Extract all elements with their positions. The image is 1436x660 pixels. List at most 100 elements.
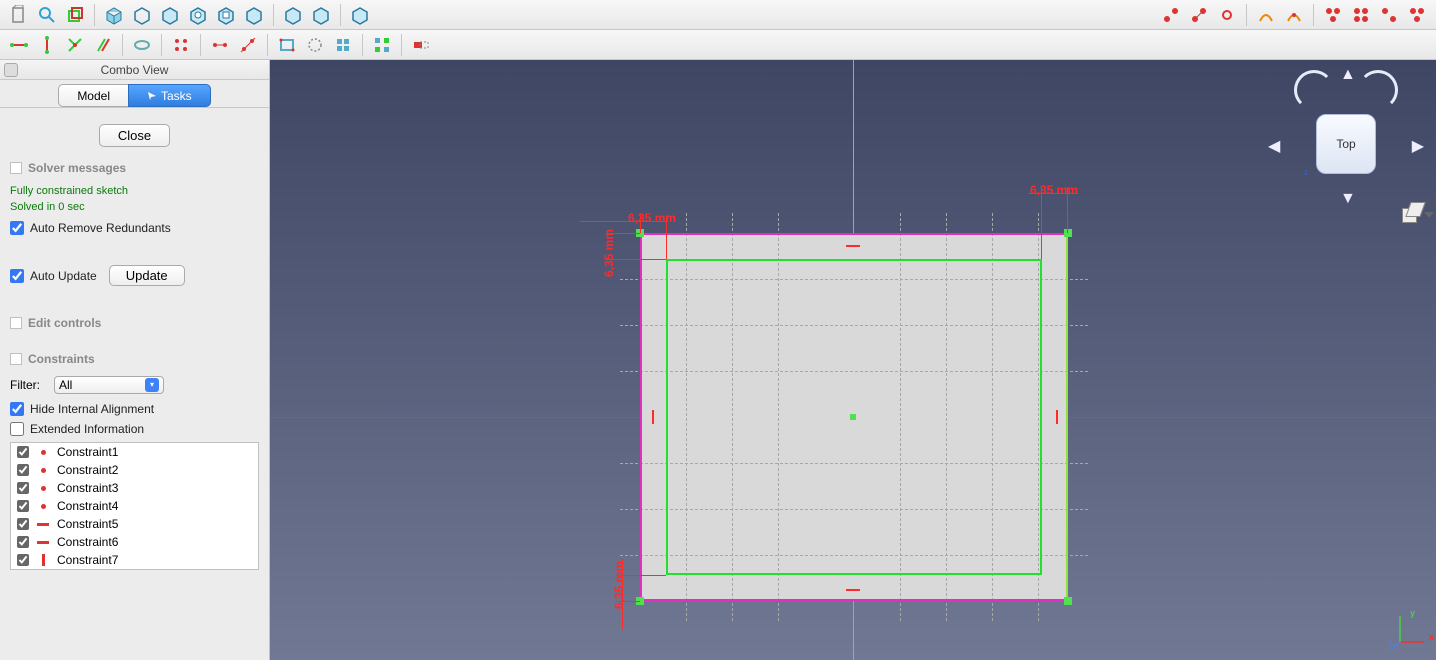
navigation-cube[interactable]: ▲ ▼ ◀ ▶ Top z: [1266, 66, 1426, 226]
vertical-icon: [42, 554, 45, 566]
constr-block-icon[interactable]: [235, 33, 261, 57]
constraint-visibility-checkbox[interactable]: [17, 536, 29, 548]
tool-box-green-icon[interactable]: [62, 3, 88, 27]
tool-zoom-icon[interactable]: [34, 3, 60, 27]
part-box2-icon[interactable]: [129, 3, 155, 27]
constraint-visibility-checkbox[interactable]: [17, 464, 29, 476]
constraint-visibility-checkbox[interactable]: [17, 446, 29, 458]
update-button[interactable]: Update: [109, 265, 185, 286]
constraint-name: Constraint5: [57, 517, 118, 531]
close-button[interactable]: Close: [99, 124, 170, 147]
tool-red5-icon[interactable]: [1348, 3, 1374, 27]
coincident-icon: [41, 450, 46, 455]
constr-eq-icon[interactable]: [168, 33, 194, 57]
horizontal-constraint-icon: [846, 589, 860, 591]
toolbar-row-2: [0, 30, 1436, 60]
part-box7-icon[interactable]: [280, 3, 306, 27]
tool-doc-icon[interactable]: [6, 3, 32, 27]
tool-orange-icon[interactable]: [1253, 3, 1279, 27]
dimension-label[interactable]: 6,35 mm: [1030, 183, 1078, 197]
extended-information-checkbox[interactable]: [10, 422, 24, 436]
tab-model[interactable]: Model: [58, 84, 128, 107]
auto-remove-redundants-label: Auto Remove Redundants: [30, 221, 171, 235]
sk-toggle-icon[interactable]: [408, 33, 434, 57]
constraint-list: Constraint1 Constraint2 Constraint3 Cons…: [10, 442, 259, 570]
part-box-icon[interactable]: [101, 3, 127, 27]
nav-up-arrow-icon[interactable]: ▲: [1340, 66, 1356, 84]
auto-remove-redundants-checkbox[interactable]: [10, 221, 24, 235]
constraint-visibility-checkbox[interactable]: [17, 500, 29, 512]
solver-status-1: Fully constrained sketch: [10, 183, 259, 199]
part-box8-icon[interactable]: [308, 3, 334, 27]
tool-red1-icon[interactable]: [1158, 3, 1184, 27]
constraint-visibility-checkbox[interactable]: [17, 482, 29, 494]
nav-left-arrow-icon[interactable]: ◀: [1268, 136, 1280, 156]
toolbar-row-1: [0, 0, 1436, 30]
tab-tasks[interactable]: Tasks: [128, 84, 211, 107]
list-item[interactable]: Constraint2: [11, 461, 258, 479]
view-menu-cube-icon[interactable]: [1402, 202, 1424, 224]
constraint-visibility-checkbox[interactable]: [17, 518, 29, 530]
constraint-name: Constraint4: [57, 499, 118, 513]
panel-title-bar: Combo View: [0, 60, 269, 80]
constr-sym-icon[interactable]: [207, 33, 233, 57]
hide-internal-alignment-checkbox[interactable]: [10, 402, 24, 416]
tool-red2-icon[interactable]: [1186, 3, 1212, 27]
nav-down-arrow-icon[interactable]: ▼: [1340, 190, 1356, 208]
part-box5-icon[interactable]: [213, 3, 239, 27]
coincident-icon: [41, 486, 46, 491]
constr-v-icon[interactable]: [34, 33, 60, 57]
sk-arr-icon[interactable]: [330, 33, 356, 57]
list-item[interactable]: Constraint4: [11, 497, 258, 515]
part-box9-icon[interactable]: [347, 3, 373, 27]
sk-rect-icon[interactable]: [274, 33, 300, 57]
dimension-label[interactable]: 6,35 mm: [628, 211, 676, 225]
vertex-icon[interactable]: [1064, 597, 1072, 605]
sk-circ-icon[interactable]: [302, 33, 328, 57]
origin-point-icon[interactable]: [850, 414, 856, 420]
tool-red6-icon[interactable]: [1376, 3, 1402, 27]
section-edit-controls[interactable]: Edit controls: [10, 316, 259, 330]
nav-cube-face[interactable]: Top: [1316, 114, 1376, 174]
auto-update-checkbox[interactable]: [10, 269, 24, 283]
constraint-name: Constraint3: [57, 481, 118, 495]
list-item[interactable]: Constraint3: [11, 479, 258, 497]
tool-arc-icon[interactable]: [1281, 3, 1307, 27]
horizontal-icon: [37, 541, 49, 544]
vertex-icon[interactable]: [1064, 229, 1072, 237]
vertical-constraint-icon: [1056, 410, 1058, 424]
constraint-name: Constraint2: [57, 463, 118, 477]
sk-arr2-icon[interactable]: [369, 33, 395, 57]
constr-h-icon[interactable]: [6, 33, 32, 57]
dimension-label[interactable]: 6,35 mm: [612, 561, 626, 609]
constraint-name: Constraint1: [57, 445, 118, 459]
coincident-icon: [41, 468, 46, 473]
section-constraints[interactable]: Constraints: [10, 352, 259, 366]
viewport-3d[interactable]: 6,35 mm 6,35 mm 6,35 mm 6,35 mm ▲ ▼ ◀ ▶ …: [270, 60, 1436, 660]
part-box6-icon[interactable]: [241, 3, 267, 27]
dock-button[interactable]: [4, 63, 18, 77]
list-item[interactable]: Constraint6: [11, 533, 258, 551]
extended-information-label: Extended Information: [30, 422, 144, 436]
tool-red7-icon[interactable]: [1404, 3, 1430, 27]
tool-red3-icon[interactable]: [1214, 3, 1240, 27]
part-box3-icon[interactable]: [157, 3, 183, 27]
constr-perp-icon[interactable]: [62, 33, 88, 57]
part-box4-icon[interactable]: [185, 3, 211, 27]
list-item[interactable]: Constraint7: [11, 551, 258, 569]
axis-y-label: y: [1410, 608, 1415, 618]
constraint-visibility-checkbox[interactable]: [17, 554, 29, 566]
nav-right-arrow-icon[interactable]: ▶: [1412, 136, 1424, 156]
axis-gizmo: y x z: [1388, 612, 1428, 652]
constr-tan-icon[interactable]: [129, 33, 155, 57]
solver-status-2: Solved in 0 sec: [10, 199, 259, 215]
section-solver-messages[interactable]: Solver messages: [10, 161, 259, 175]
constraint-name: Constraint6: [57, 535, 118, 549]
panel-tabs: Model Tasks: [0, 80, 269, 108]
dimension-label[interactable]: 6,35 mm: [602, 229, 616, 277]
tool-red4-icon[interactable]: [1320, 3, 1346, 27]
list-item[interactable]: Constraint1: [11, 443, 258, 461]
constr-par-icon[interactable]: [90, 33, 116, 57]
list-item[interactable]: Constraint5: [11, 515, 258, 533]
filter-select[interactable]: All ▾: [54, 376, 164, 394]
